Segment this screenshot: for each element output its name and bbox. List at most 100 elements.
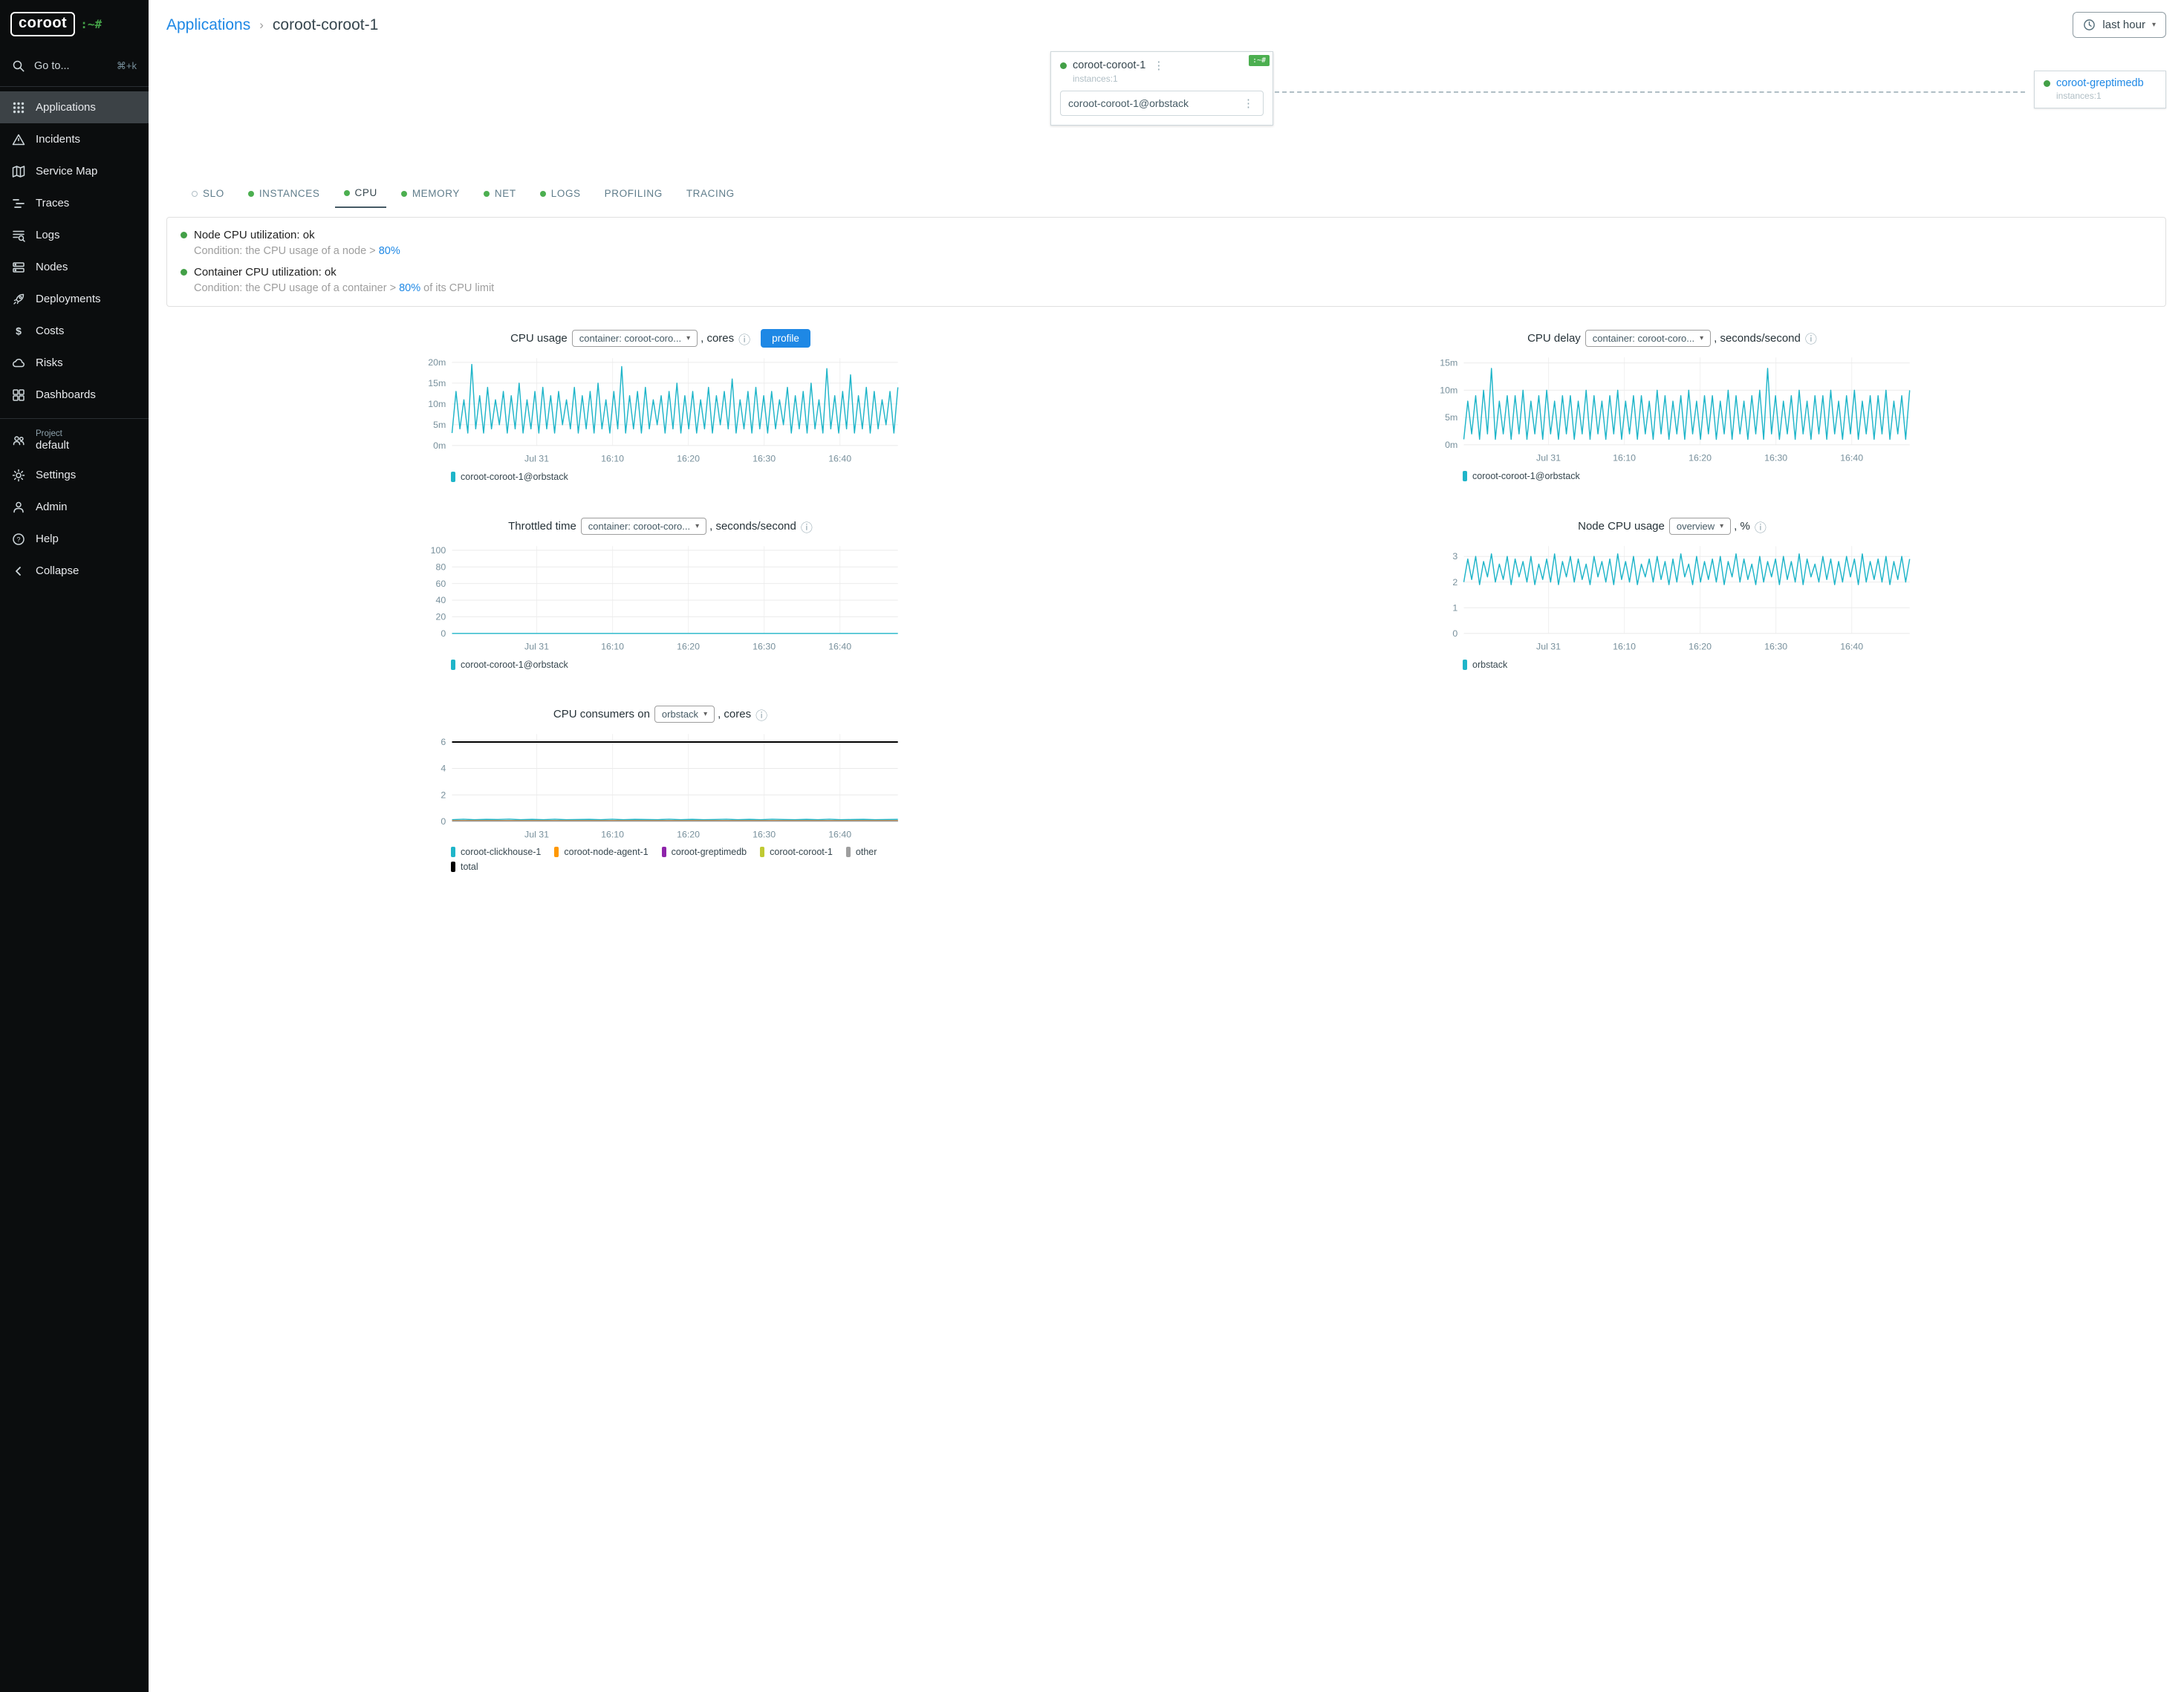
breadcrumb-separator-icon: ›: [259, 18, 264, 33]
kebab-menu-icon[interactable]: ⋮: [1151, 59, 1166, 72]
tab-profiling[interactable]: PROFILING: [596, 179, 672, 208]
chart-title: CPU usage: [510, 332, 568, 345]
coroot-logo[interactable]: coroot :~#: [0, 0, 149, 48]
kebab-menu-icon[interactable]: ⋮: [1241, 97, 1255, 110]
tab-net[interactable]: NET: [475, 179, 525, 208]
linked-node-header: coroot-greptimedb: [2044, 77, 2157, 89]
chevron-down-icon: ▾: [1700, 334, 1703, 342]
threshold-link[interactable]: 80%: [379, 245, 400, 257]
legend-item[interactable]: other: [846, 847, 877, 857]
legend-item[interactable]: total: [451, 862, 478, 872]
tab-label: NET: [495, 188, 516, 199]
svg-text:60: 60: [436, 579, 446, 589]
divider: [0, 86, 149, 87]
series-selector[interactable]: orbstack ▾: [654, 706, 715, 723]
info-icon[interactable]: ⓘ: [801, 518, 813, 536]
profile-button[interactable]: profile: [761, 329, 810, 348]
chevron-down-icon: ▾: [1720, 522, 1723, 530]
chart-unit: , seconds/second: [1714, 332, 1801, 345]
sidebar-item-deployments[interactable]: Deployments: [0, 283, 149, 315]
svg-text:16:20: 16:20: [1689, 641, 1712, 651]
sidebar-item-dashboards[interactable]: Dashboards: [0, 379, 149, 411]
svg-text:16:30: 16:30: [753, 829, 776, 839]
breadcrumb: Applications › coroot-coroot-1: [166, 12, 378, 34]
instance-coroot-coroot-1-orbstack[interactable]: coroot-coroot-1@orbstack ⋮: [1060, 91, 1264, 116]
sidebar-item-traces[interactable]: Traces: [0, 187, 149, 219]
divider: [0, 418, 149, 419]
legend-item[interactable]: coroot-node-agent-1: [554, 847, 648, 857]
legend-swatch: [451, 660, 455, 670]
gear-icon: [12, 469, 25, 482]
sidebar-item-label: Settings: [36, 469, 76, 481]
status-dot-green: [401, 191, 407, 197]
tab-label: MEMORY: [412, 188, 460, 199]
svg-text:40: 40: [436, 595, 446, 605]
service-map-panel: :~# coroot-coroot-1 ⋮ instances:1 coroot…: [149, 45, 2184, 178]
chart-legend: coroot-coroot-1@orbstack: [415, 472, 906, 482]
goto-search[interactable]: Go to... ⌘+k: [0, 48, 149, 85]
tab-label: LOGS: [551, 188, 581, 199]
sidebar-item-costs[interactable]: $ Costs: [0, 315, 149, 347]
svg-text:16:10: 16:10: [601, 829, 624, 839]
legend-item[interactable]: coroot-coroot-1@orbstack: [451, 660, 568, 670]
legend-item[interactable]: coroot-coroot-1@orbstack: [451, 472, 568, 482]
sidebar: coroot :~# Go to... ⌘+k Applications I: [0, 0, 149, 1692]
legend-item[interactable]: coroot-coroot-1@orbstack: [1463, 471, 1580, 481]
svg-text:16:10: 16:10: [601, 453, 624, 463]
info-icon[interactable]: ⓘ: [755, 706, 767, 723]
app-node-coroot-coroot-1[interactable]: :~# coroot-coroot-1 ⋮ instances:1 coroot…: [1050, 51, 1273, 126]
status-dot: [2044, 80, 2050, 87]
sidebar-item-service-map[interactable]: Service Map: [0, 155, 149, 187]
svg-text:16:40: 16:40: [1840, 641, 1863, 651]
info-icon[interactable]: ⓘ: [1755, 518, 1767, 536]
series-selector[interactable]: overview ▾: [1669, 518, 1731, 535]
svg-text:3: 3: [1452, 551, 1457, 562]
tab-slo[interactable]: SLO: [183, 179, 233, 208]
sidebar-item-nodes[interactable]: Nodes: [0, 251, 149, 283]
info-icon[interactable]: ⓘ: [1805, 329, 1817, 347]
chart-svg: Jul 3116:1016:2016:3016:40020406080100: [415, 540, 906, 657]
legend-item[interactable]: coroot-greptimedb: [662, 847, 747, 857]
series-selector[interactable]: container: coroot-coro... ▾: [572, 330, 698, 347]
svg-text:100: 100: [431, 545, 446, 556]
tab-memory[interactable]: MEMORY: [392, 179, 469, 208]
sidebar-item-applications[interactable]: Applications: [0, 91, 149, 123]
series-selector[interactable]: container: coroot-coro... ▾: [581, 518, 706, 535]
sidebar-item-logs[interactable]: Logs: [0, 219, 149, 251]
threshold-link[interactable]: 80%: [399, 282, 420, 294]
sidebar-item-label: Service Map: [36, 165, 97, 178]
info-icon[interactable]: ⓘ: [738, 330, 750, 348]
app-node-coroot-greptimedb[interactable]: coroot-greptimedb instances:1: [2034, 71, 2166, 108]
tab-logs[interactable]: LOGS: [531, 179, 590, 208]
sidebar-item-settings[interactable]: Settings: [0, 459, 149, 491]
chart-svg: Jul 3116:1016:2016:3016:400m5m10m15m: [1427, 351, 1917, 468]
sidebar-item-risks[interactable]: Risks: [0, 347, 149, 379]
chart-unit: , cores: [718, 708, 751, 720]
tab-tracing[interactable]: TRACING: [677, 179, 744, 208]
project-switcher[interactable]: Project default: [0, 423, 149, 459]
svg-text:16:40: 16:40: [828, 453, 851, 463]
svg-text:16:40: 16:40: [828, 641, 851, 651]
sidebar-item-label: Incidents: [36, 133, 80, 146]
breadcrumb-applications-link[interactable]: Applications: [166, 16, 250, 34]
svg-text:4: 4: [441, 763, 446, 773]
legend-item[interactable]: orbstack: [1463, 660, 1507, 670]
time-range-picker[interactable]: last hour ▾: [2073, 12, 2166, 38]
dollar-icon: $: [12, 325, 25, 338]
app-node-title: coroot-coroot-1: [1073, 59, 1145, 71]
sidebar-item-collapse[interactable]: Collapse: [0, 555, 149, 587]
svg-text:16:20: 16:20: [677, 829, 700, 839]
sidebar-item-incidents[interactable]: Incidents: [0, 123, 149, 155]
cloud-icon: [12, 357, 25, 370]
sidebar-item-label: Dashboards: [36, 388, 96, 401]
tab-instances[interactable]: INSTANCES: [239, 179, 329, 208]
check-condition: Condition: the CPU usage of a container …: [194, 282, 2152, 294]
tab-cpu[interactable]: CPU: [335, 179, 386, 208]
linked-node-title[interactable]: coroot-greptimedb: [2056, 77, 2144, 89]
legend-item[interactable]: coroot-clickhouse-1: [451, 847, 541, 857]
legend-item[interactable]: coroot-coroot-1: [760, 847, 833, 857]
chart-node-cpu-usage: Node CPU usage overview ▾ , % ⓘ Jul 3116…: [1427, 518, 1917, 670]
series-selector[interactable]: container: coroot-coro... ▾: [1585, 330, 1711, 347]
sidebar-item-help[interactable]: ? Help: [0, 523, 149, 555]
sidebar-item-admin[interactable]: Admin: [0, 491, 149, 523]
